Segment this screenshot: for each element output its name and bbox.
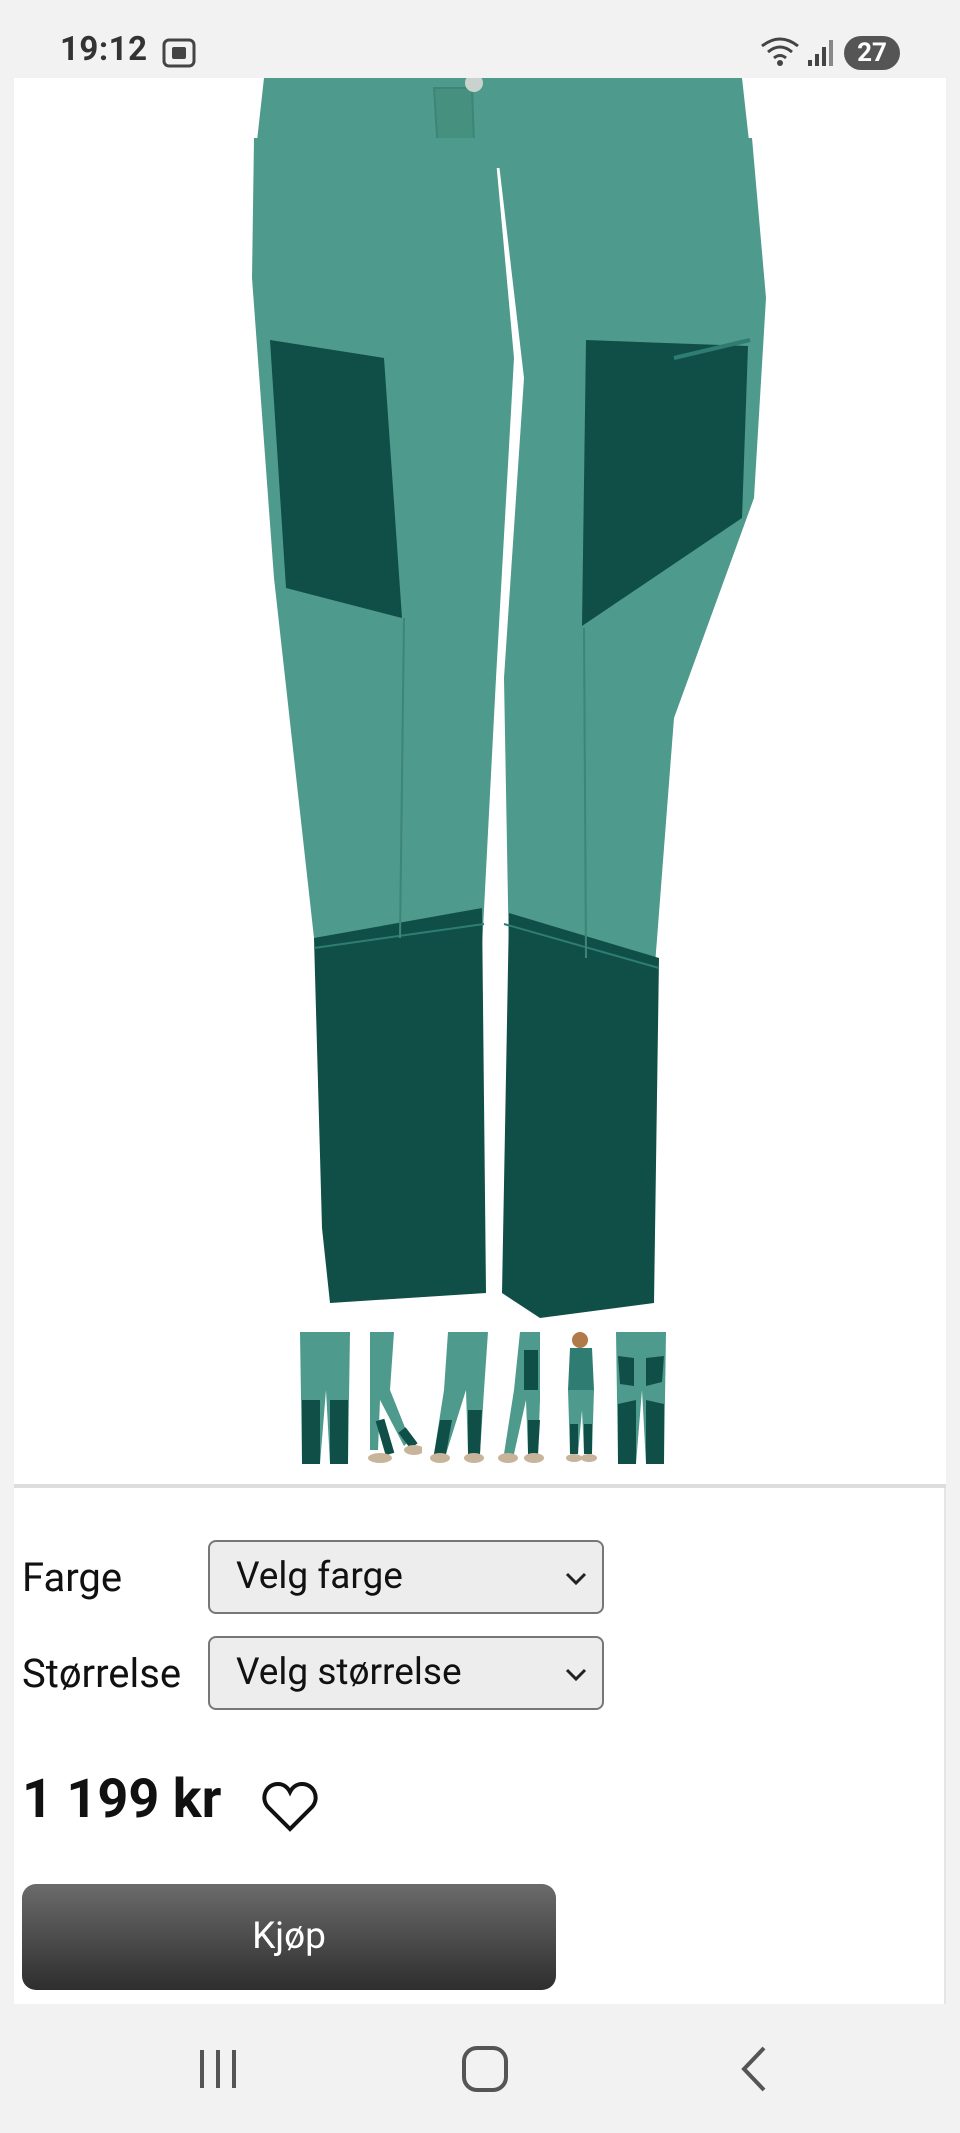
thumbnail-1[interactable] <box>294 1330 356 1466</box>
navigation-bar <box>0 2004 960 2133</box>
wifi-icon <box>761 37 799 66</box>
home-icon[interactable] <box>460 2044 510 2094</box>
status-bar: 19:12 27 <box>0 0 960 78</box>
thumbnail-4[interactable] <box>494 1330 556 1466</box>
chevron-down-icon <box>565 1668 587 1682</box>
heart-icon[interactable] <box>262 1781 318 1833</box>
thumbnail-3[interactable] <box>428 1330 490 1466</box>
screenshot-icon <box>162 38 196 68</box>
status-time: 19:12 <box>60 30 148 69</box>
color-select-value: Velg farge <box>236 1555 403 1598</box>
product-price: 1 199 kr <box>22 1768 222 1831</box>
product-image[interactable] <box>234 78 774 1328</box>
size-select-value: Velg størrelse <box>236 1651 462 1694</box>
product-image-panel <box>14 78 946 1488</box>
back-icon[interactable] <box>736 2044 772 2094</box>
thumbnail-6[interactable] <box>610 1330 672 1466</box>
recents-icon[interactable] <box>196 2044 240 2094</box>
battery-indicator: 27 <box>844 36 900 70</box>
buy-button[interactable]: Kjøp <box>22 1884 556 1990</box>
chevron-down-icon <box>565 1572 587 1586</box>
signal-icon <box>808 40 833 66</box>
thumbnail-2[interactable] <box>360 1330 422 1466</box>
size-select[interactable]: Velg størrelse <box>208 1636 604 1710</box>
color-label: Farge <box>22 1554 123 1601</box>
product-details: Farge Velg farge Størrelse Velg størrels… <box>14 1488 946 2004</box>
thumbnail-5[interactable] <box>552 1330 614 1466</box>
size-label: Størrelse <box>22 1650 182 1697</box>
color-select[interactable]: Velg farge <box>208 1540 604 1614</box>
